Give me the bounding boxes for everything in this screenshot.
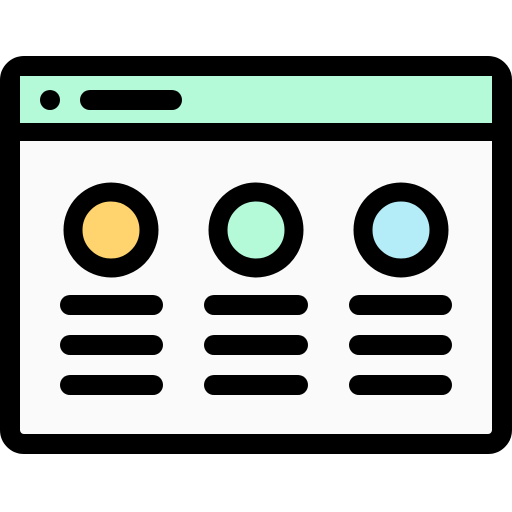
titlebar-dot-icon	[40, 90, 60, 110]
icon-canvas	[0, 0, 512, 512]
column-left-circle-icon	[63, 182, 159, 278]
column-middle-circle-icon	[208, 182, 304, 278]
browser-window-icon	[0, 56, 512, 454]
column-right-circle-icon	[353, 182, 449, 278]
